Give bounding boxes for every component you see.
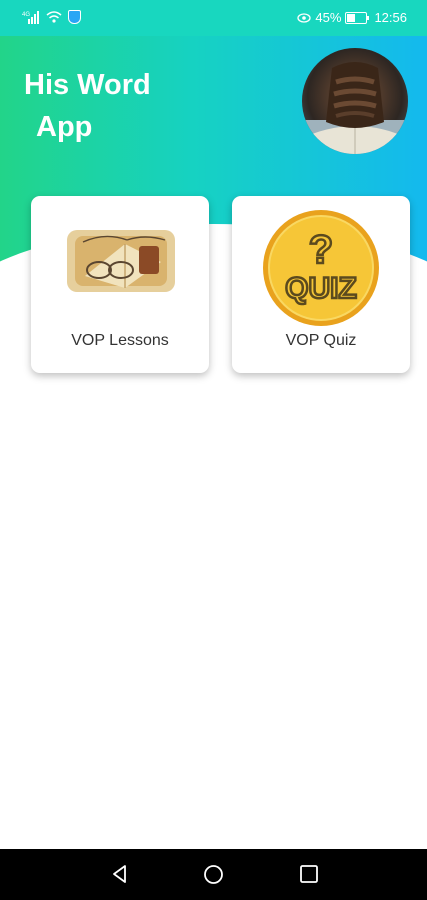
- quiz-badge-text: QUIZ: [285, 272, 357, 305]
- clock: 12:56: [374, 10, 407, 25]
- vop-lessons-label: VOP Lessons: [71, 332, 169, 349]
- navigation-bar: [0, 849, 427, 900]
- battery-percent: 45%: [315, 10, 342, 25]
- home-icon[interactable]: [203, 864, 224, 885]
- recents-icon[interactable]: [299, 864, 319, 884]
- praying-hands-avatar: [302, 48, 408, 154]
- eye-icon: [297, 12, 312, 23]
- praying-hands-image: [302, 62, 408, 154]
- vop-quiz-label: VOP Quiz: [285, 332, 357, 349]
- shield-icon: [68, 10, 81, 24]
- vop-quiz-card[interactable]: ? QUIZ VOP Quiz: [232, 196, 410, 373]
- vop-lessons-card[interactable]: VOP Lessons: [31, 196, 209, 373]
- app-title-line2: App: [36, 111, 93, 143]
- quiz-question-mark: ?: [309, 228, 333, 272]
- quiz-badge-image: ? QUIZ: [263, 210, 379, 326]
- battery-fill: [347, 13, 356, 22]
- signal-label: 4G: [22, 12, 30, 18]
- wifi-icon: [46, 11, 62, 23]
- back-icon[interactable]: [110, 864, 130, 884]
- bible-study-image: [67, 230, 175, 292]
- battery-icon: [345, 11, 370, 24]
- signal-icon: 4G: [22, 11, 39, 24]
- app-title-line1: His Word: [24, 69, 151, 101]
- status-bar: 4G 45% 12:56: [0, 0, 427, 36]
- app-title: His Word App: [24, 64, 184, 148]
